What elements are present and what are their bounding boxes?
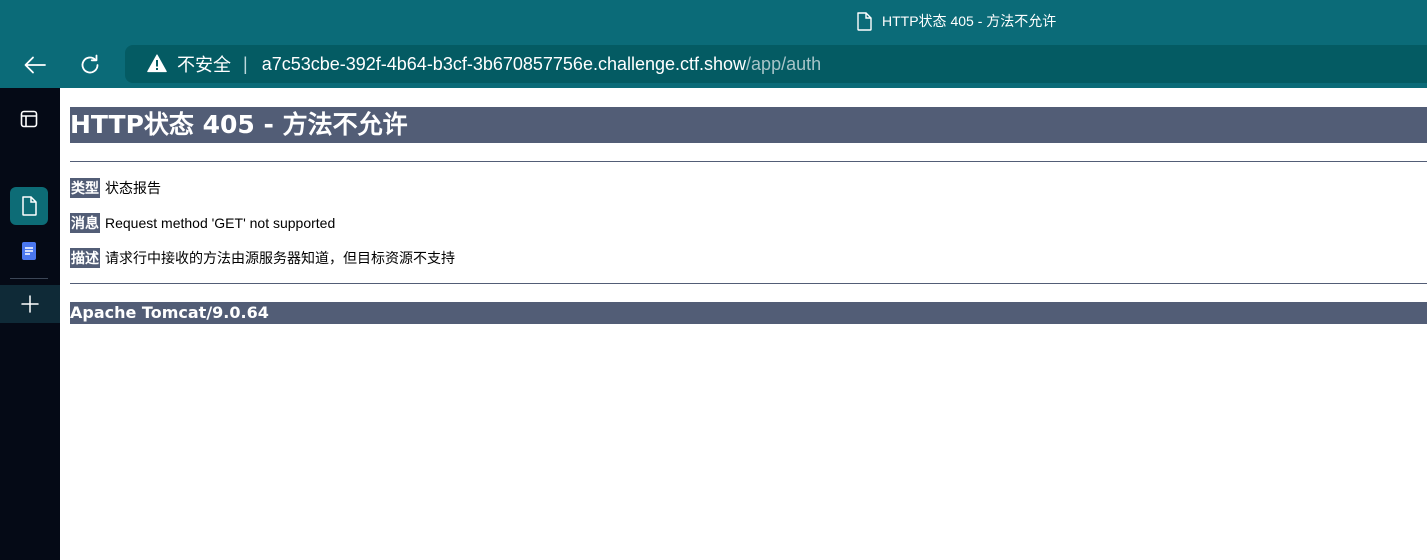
message-row: 消息 Request method 'GET' not supported — [70, 213, 335, 233]
message-value: Request method 'GET' not supported — [105, 215, 336, 231]
title-bar: HTTP状态 405 - 方法不允许 — [0, 0, 1427, 42]
page-icon — [856, 11, 872, 31]
browser-toolbar: 不安全 | a7c53cbe-392f-4b64-b3cf-3b67085775… — [0, 42, 1427, 88]
address-separator: | — [243, 53, 248, 74]
sidebar-tab-notes[interactable] — [10, 234, 48, 268]
tab-panel-icon — [20, 110, 38, 128]
plus-icon — [21, 295, 39, 313]
reload-button[interactable] — [73, 48, 107, 82]
type-label: 类型 — [70, 178, 100, 198]
tab-actions-button[interactable] — [10, 100, 48, 138]
report-type-row: 类型 状态报告 — [70, 178, 161, 198]
tab-title: HTTP状态 405 - 方法不允许 — [882, 13, 1057, 29]
divider-top — [70, 161, 1427, 162]
url-host[interactable]: a7c53cbe-392f-4b64-b3cf-3b670857756e.cha… — [262, 54, 746, 75]
security-label[interactable]: 不安全 — [177, 51, 231, 77]
active-tab[interactable]: HTTP状态 405 - 方法不允许 — [856, 0, 1056, 42]
type-value: 状态报告 — [105, 180, 161, 196]
description-value: 请求行中接收的方法由源服务器知道，但目标资源不支持 — [105, 250, 455, 266]
message-label: 消息 — [70, 213, 100, 233]
sidebar-divider — [10, 278, 48, 279]
address-bar[interactable]: 不安全 | a7c53cbe-392f-4b64-b3cf-3b67085775… — [125, 45, 1427, 83]
back-button[interactable] — [18, 48, 52, 82]
divider-bottom — [70, 283, 1427, 284]
page-title: HTTP状态 405 - 方法不允许 — [70, 107, 1427, 143]
reload-icon — [79, 54, 101, 76]
url-path[interactable]: /app/auth — [746, 54, 821, 75]
description-label: 描述 — [70, 248, 100, 268]
page-icon — [21, 196, 37, 216]
side-bar — [0, 88, 60, 560]
server-footer: Apache Tomcat/9.0.64 — [70, 302, 1427, 324]
notes-icon — [22, 242, 36, 260]
back-arrow-icon — [24, 56, 46, 74]
warning-icon[interactable] — [147, 54, 167, 74]
new-tab-button[interactable] — [0, 285, 60, 323]
page-content: HTTP状态 405 - 方法不允许 类型 状态报告 消息 Request me… — [60, 88, 1427, 560]
sidebar-tab-current[interactable] — [10, 187, 48, 225]
description-row: 描述 请求行中接收的方法由源服务器知道，但目标资源不支持 — [70, 248, 455, 268]
